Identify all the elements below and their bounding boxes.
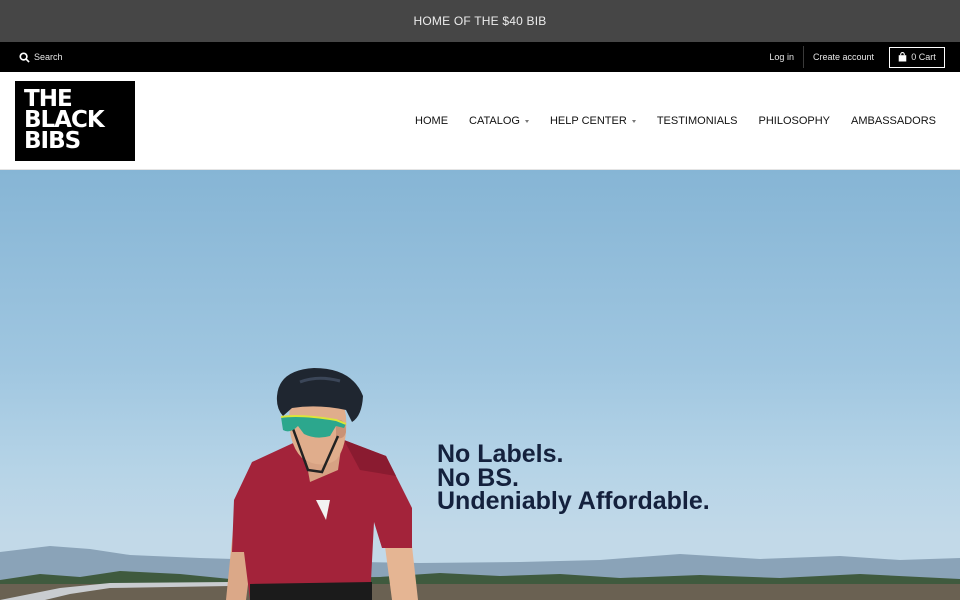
nav-label: TESTIMONIALS	[656, 115, 738, 127]
logo-line: BIBS	[24, 128, 81, 154]
hero-line: No Labels.	[437, 440, 564, 468]
nav-ambassadors[interactable]: AMBASSADORS	[851, 115, 936, 127]
announcement-text: HOME OF THE $40 BIB	[413, 14, 547, 28]
search-label: Search	[34, 52, 63, 62]
nav-label: CATALOG	[469, 115, 520, 127]
account-links: Log in Create account 0 Cart	[760, 42, 945, 72]
brand-logo[interactable]: THE BLACK BIBS	[15, 81, 135, 161]
nav-label: HOME	[415, 115, 449, 127]
chevron-down-icon	[524, 119, 529, 123]
hero-image	[0, 368, 960, 600]
nav-home[interactable]: HOME	[415, 115, 448, 127]
chevron-down-icon	[631, 119, 636, 123]
site-header: THE BLACK BIBS HOME CATALOG HELP CENTER …	[0, 72, 960, 170]
nav-testimonials[interactable]: TESTIMONIALS	[657, 115, 738, 127]
shopping-bag-icon	[898, 52, 907, 62]
nav-label: HELP CENTER	[549, 115, 627, 127]
hero-line: Undeniably Affordable.	[437, 487, 710, 515]
cart-label: 0 Cart	[911, 52, 936, 62]
announcement-bar: HOME OF THE $40 BIB	[0, 0, 960, 42]
login-link[interactable]: Log in	[760, 47, 803, 67]
create-account-link[interactable]: Create account	[804, 47, 883, 67]
nav-help-center[interactable]: HELP CENTER	[550, 115, 636, 127]
nav-label: PHILOSOPHY	[758, 115, 831, 127]
hero-banner[interactable]: No Labels. No BS. Undeniably Affordable.	[0, 170, 960, 600]
main-nav: HOME CATALOG HELP CENTER TESTIMONIALS PH…	[415, 72, 936, 170]
cart-button[interactable]: 0 Cart	[889, 46, 945, 68]
nav-label: AMBASSADORS	[851, 115, 936, 127]
rider-shorts	[250, 582, 372, 600]
nav-catalog[interactable]: CATALOG	[469, 115, 529, 127]
search-icon	[19, 51, 30, 63]
nav-philosophy[interactable]: PHILOSOPHY	[759, 115, 831, 127]
search-link[interactable]: Search	[19, 42, 63, 72]
hero-headline: No Labels. No BS. Undeniably Affordable.	[437, 440, 710, 515]
utility-bar: Search Log in Create account 0 Cart	[0, 42, 960, 72]
